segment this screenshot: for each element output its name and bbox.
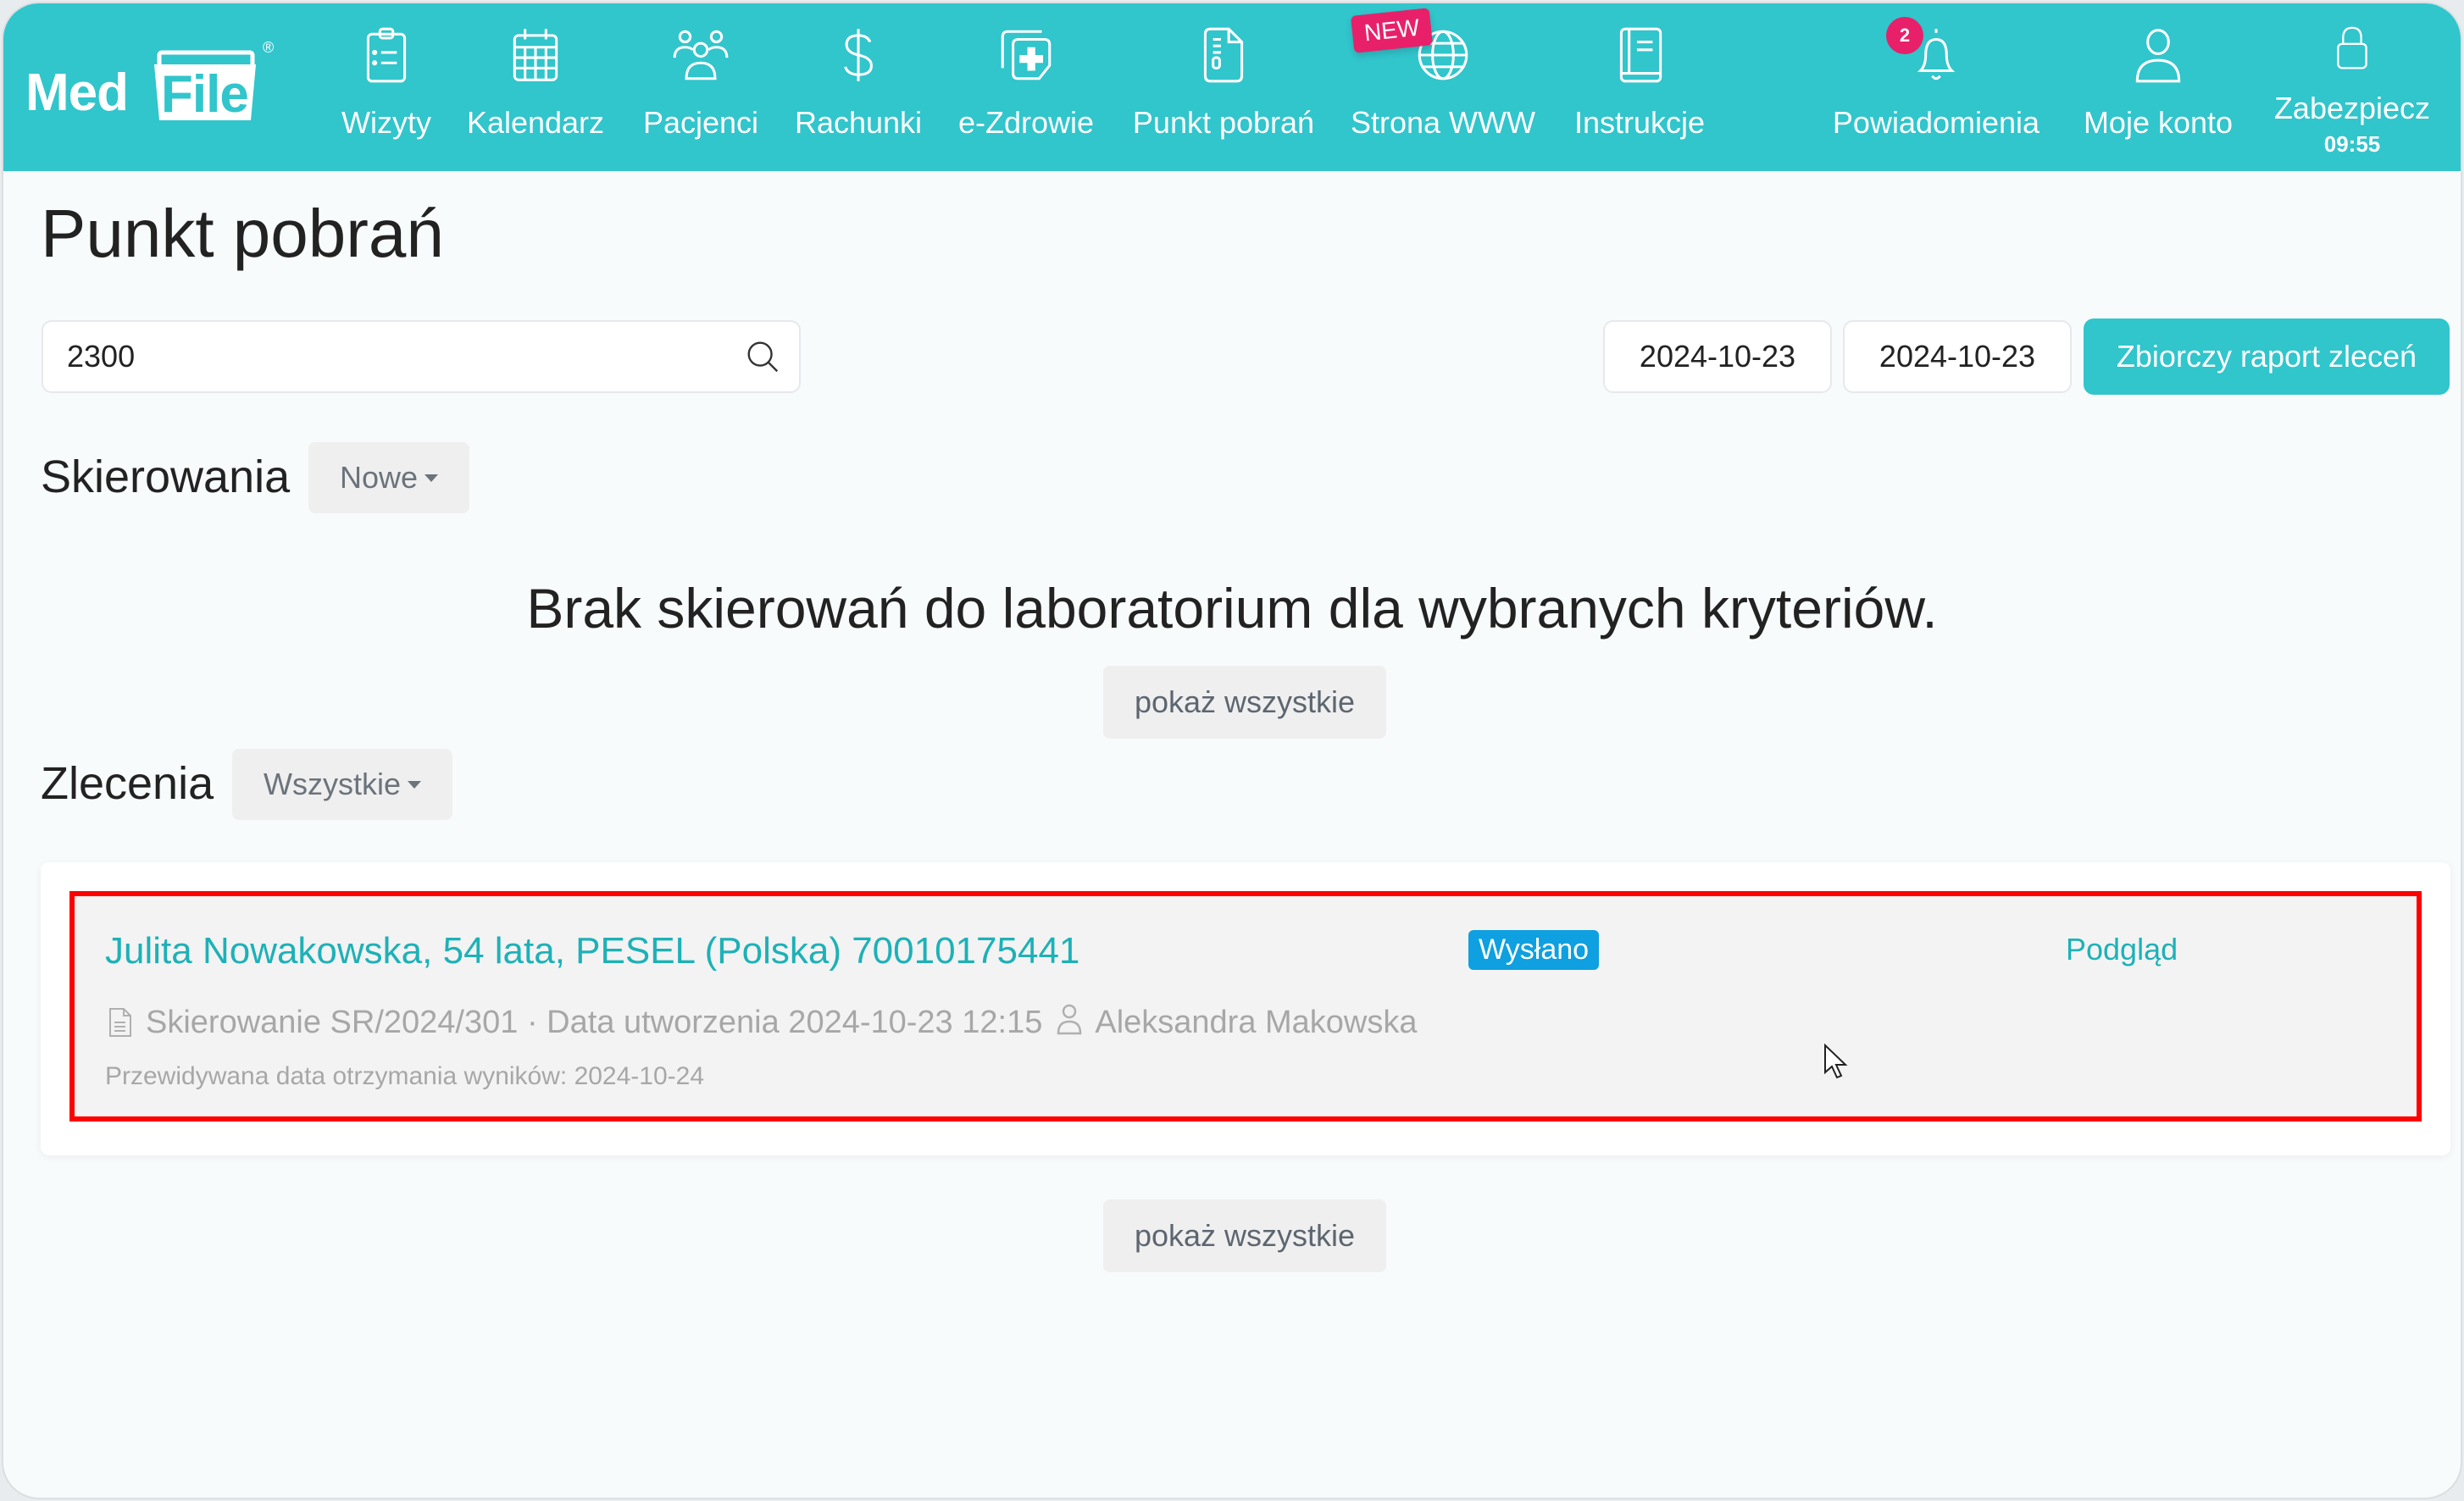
user-icon [1057, 1004, 1082, 1035]
nav-zabezpiecz[interactable]: Zabezpiecz 09:55 [2267, 22, 2437, 158]
nav-e-zdrowie[interactable]: e-Zdrowie [956, 22, 1096, 158]
summary-report-button[interactable]: Zbiorczy raport zleceń [2084, 318, 2450, 395]
preview-link[interactable]: Podgląd [2066, 932, 2178, 967]
nav-label: Moje konto [2083, 105, 2234, 140]
caret-down-icon [425, 474, 439, 482]
date-to-input[interactable]: 2024-10-23 [1843, 320, 2072, 393]
nav-label: Wizyty [341, 105, 431, 140]
referrals-filter-dropdown[interactable]: Nowe [308, 442, 469, 513]
page-title: Punkt pobrań [41, 196, 444, 271]
dropdown-selected-value: Nowe [339, 460, 419, 495]
nav-label: Instrukcje [1573, 105, 1706, 140]
logo-text-med: Med [25, 64, 129, 122]
nav-label: Zabezpiecz [2273, 91, 2431, 125]
nav-wizyty[interactable]: Wizyty [337, 22, 436, 158]
nav-label: Punkt pobrań [1132, 105, 1315, 140]
search-field[interactable] [42, 320, 801, 393]
mouse-cursor-icon [1824, 1044, 1848, 1079]
orders-filter-dropdown[interactable]: Wszystkie [232, 749, 452, 820]
registered-mark: ® [263, 39, 275, 56]
orders-list-card: Julita Nowakowska, 54 lata, PESEL (Polsk… [41, 862, 2450, 1155]
order-row[interactable]: Julita Nowakowska, 54 lata, PESEL (Polsk… [69, 891, 2422, 1122]
referrals-empty-message: Brak skierowań do laboratorium dla wybra… [526, 577, 1938, 640]
lock-icon [2337, 26, 2367, 69]
orders-heading: Zlecenia [41, 758, 214, 809]
nav-label: Pacjenci [642, 105, 759, 140]
status-badge: Wysłano [1468, 930, 1600, 970]
referrals-heading: Skierowania [41, 451, 291, 502]
expected-results-date: Przewidywana data otrzymania wyników: 20… [105, 1062, 705, 1090]
nav-label: Strona WWW [1350, 105, 1535, 140]
date-from-input[interactable]: 2024-10-23 [1603, 320, 1832, 393]
patients-icon [673, 30, 729, 80]
search-icon[interactable] [743, 337, 782, 376]
referrals-show-all-button[interactable]: pokaż wszystkie [1103, 666, 1386, 739]
nav-label: e-Zdrowie [957, 105, 1095, 140]
app-window: Med File ® Wizyty Kalendarz Pacjenci Rac… [2, 2, 2462, 1499]
dollar-icon [844, 29, 873, 81]
logo-text-file: File [161, 65, 249, 124]
sample-document-icon [1203, 27, 1244, 83]
ehealth-icon [1001, 30, 1052, 80]
nav-punkt-pobran[interactable]: Punkt pobrań [1129, 22, 1318, 158]
session-timer: 09:55 [2323, 131, 2381, 157]
author-wrapper [1042, 1001, 1095, 1044]
nav-label: Kalendarz [466, 105, 605, 140]
nav-label: Rachunki [794, 105, 923, 140]
clipboard-icon [366, 27, 407, 83]
document-icon [109, 1008, 131, 1037]
referral-info: Skierowanie SR/2024/301 · Data utworzeni… [146, 1004, 1043, 1040]
user-icon [2135, 29, 2181, 83]
book-icon [1619, 27, 1662, 83]
nav-kalendarz[interactable]: Kalendarz [464, 22, 607, 158]
calendar-icon [513, 29, 558, 81]
nav-label: Powiadomienia [1832, 105, 2040, 140]
medfile-logo[interactable]: Med File ® [25, 39, 280, 132]
patient-link[interactable]: Julita Nowakowska, 54 lata, PESEL (Polsk… [105, 930, 1079, 972]
search-input[interactable] [67, 322, 728, 391]
orders-show-all-button[interactable]: pokaż wszystkie [1103, 1199, 1386, 1272]
caret-down-icon [408, 780, 421, 789]
nav-instrukcje[interactable]: Instrukcje [1568, 22, 1712, 158]
nav-rachunki[interactable]: Rachunki [791, 22, 925, 158]
author-name: Aleksandra Makowska [1095, 1004, 1418, 1040]
nav-moje-konto[interactable]: Moje konto [2078, 22, 2239, 158]
nav-pacjenci[interactable]: Pacjenci [639, 22, 763, 158]
nav-powiadomienia[interactable]: Powiadomienia [1825, 22, 2047, 158]
dropdown-selected-value: Wszystkie [264, 767, 401, 801]
order-meta: Skierowanie SR/2024/301 · Data utworzeni… [105, 1001, 1418, 1044]
top-navigation-bar: Med File ® Wizyty Kalendarz Pacjenci Rac… [3, 3, 2461, 171]
notification-count-badge: 2 [1886, 17, 1923, 54]
